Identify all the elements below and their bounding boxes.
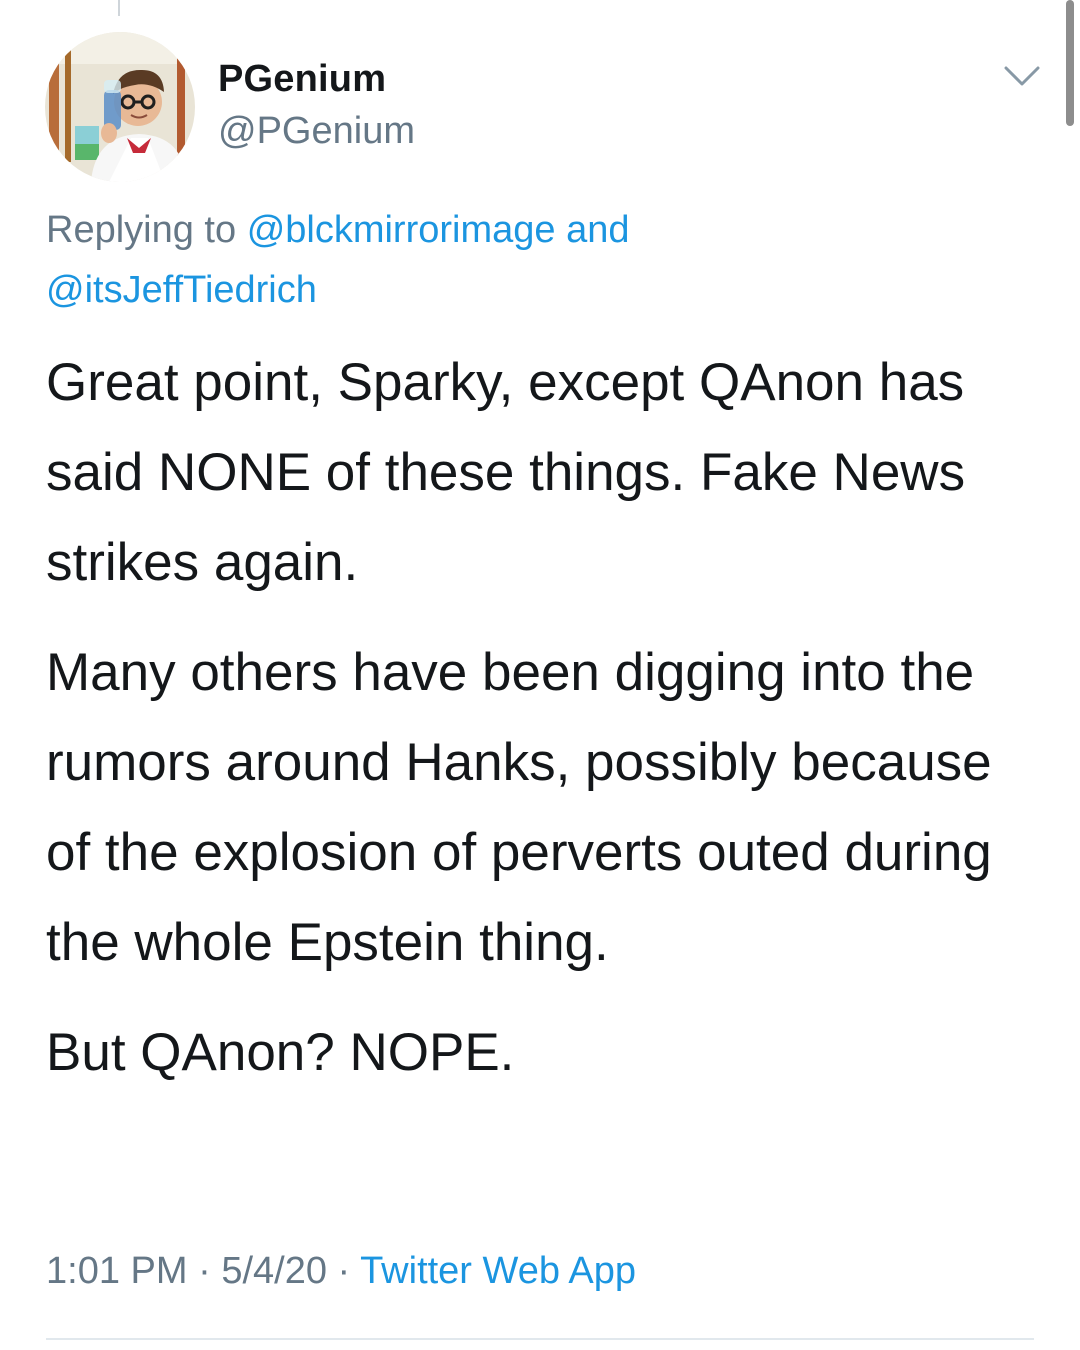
tweet-date[interactable]: 5/4/20 — [221, 1250, 327, 1292]
divider — [46, 1338, 1034, 1340]
thread-connector-line — [118, 0, 120, 16]
avatar[interactable] — [45, 32, 195, 182]
tweet-paragraph: But QAnon? NOPE. — [46, 1023, 515, 1082]
tweet-paragraph: Great point, Sparky, except QAnon has sa… — [46, 353, 966, 592]
tweet-text: Great point, Sparky, except QAnon has sa… — [46, 338, 1046, 1118]
mention-joiner: and — [566, 209, 630, 251]
tweet-time[interactable]: 1:01 PM — [46, 1250, 188, 1292]
chevron-down-icon[interactable] — [1000, 62, 1044, 92]
avatar-image — [45, 32, 195, 182]
tweet-source[interactable]: Twitter Web App — [360, 1250, 636, 1292]
tweet-detail-page: PGenium @PGenium Replying to @blckmirror… — [0, 0, 1080, 1350]
replying-prefix: Replying to — [46, 209, 237, 251]
display-name[interactable]: PGenium — [218, 58, 386, 101]
user-handle[interactable]: @PGenium — [218, 110, 415, 153]
separator-dot: · — [337, 1250, 351, 1292]
separator-dot: · — [198, 1250, 211, 1292]
tweet-paragraph: Many others have been digging into the r… — [46, 643, 992, 972]
scrollbar[interactable] — [1066, 0, 1074, 126]
replying-to-line: Replying to @blckmirrorimage and @itsJef… — [46, 200, 786, 320]
tweet-metadata: 1:01 PM · 5/4/20 · Twitter Web App — [46, 1250, 636, 1293]
mention-link[interactable]: @blckmirrorimage — [247, 209, 556, 251]
mention-link[interactable]: @itsJeffTiedrich — [46, 269, 317, 311]
